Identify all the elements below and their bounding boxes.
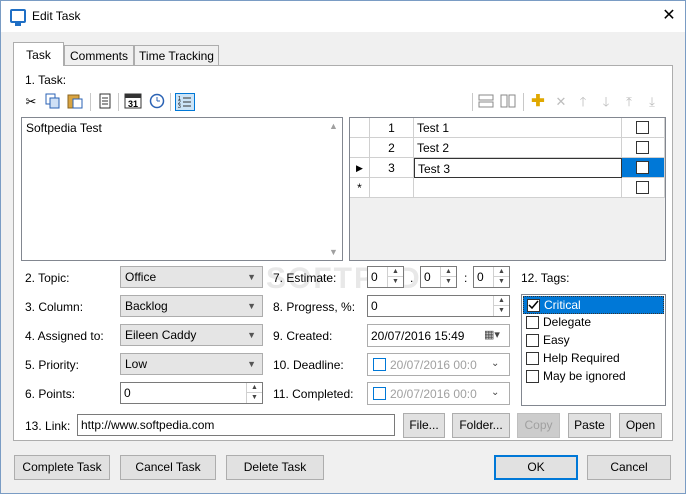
link-label: 13. Link: bbox=[25, 419, 71, 433]
tag-checkbox[interactable] bbox=[527, 299, 540, 312]
assigned-label: 4. Assigned to: bbox=[25, 329, 104, 343]
task-description-text: Softpedia Test bbox=[26, 121, 102, 135]
file-button[interactable]: File... bbox=[403, 413, 445, 438]
paste-icon[interactable] bbox=[66, 93, 84, 111]
svg-text:3: 3 bbox=[178, 104, 181, 110]
points-input[interactable]: 0 ▲ ▼ bbox=[120, 382, 263, 404]
estimate-separator: . bbox=[410, 271, 414, 285]
app-window-icon bbox=[10, 9, 26, 26]
subtask-done-checkbox[interactable] bbox=[636, 141, 649, 154]
move-bottom-icon: ⤓ bbox=[649, 94, 655, 109]
topic-label: 2. Topic: bbox=[25, 271, 70, 285]
tag-checkbox[interactable] bbox=[526, 316, 539, 329]
tags-list[interactable]: Critical Delegate Easy Help Required May… bbox=[521, 294, 666, 406]
tab-task[interactable]: Task bbox=[13, 42, 64, 66]
close-button[interactable]: ✕ bbox=[653, 4, 685, 28]
estimate-label: 7. Estimate: bbox=[273, 271, 337, 285]
task-label: 1. Task: bbox=[25, 73, 67, 87]
document-icon[interactable] bbox=[96, 93, 114, 111]
tag-help-required[interactable]: Help Required bbox=[523, 350, 664, 368]
copy-icon[interactable] bbox=[44, 93, 62, 111]
priority-select[interactable]: Low ▼ bbox=[120, 353, 263, 375]
scissors-icon[interactable]: ✂ bbox=[22, 93, 40, 111]
tag-delegate[interactable]: Delegate bbox=[523, 314, 664, 332]
subtask-done-checkbox[interactable] bbox=[636, 161, 649, 174]
task-description-input[interactable]: Softpedia Test ▲ ▼ bbox=[21, 117, 343, 261]
columns-view-icon[interactable] bbox=[499, 93, 517, 111]
estimate-days-input[interactable]: 0 ▲ ▼ bbox=[367, 266, 404, 288]
delete-task-button[interactable]: Delete Task bbox=[226, 455, 324, 480]
topic-select[interactable]: Office ▼ bbox=[120, 266, 263, 288]
deadline-date-picker[interactable]: 20/07/2016 00:0 ⌄ bbox=[367, 353, 510, 376]
tags-label: 12. Tags: bbox=[521, 271, 570, 285]
rows-view-icon[interactable] bbox=[477, 93, 495, 111]
calendar-icon[interactable]: 31 bbox=[124, 93, 142, 111]
cancel-task-button[interactable]: Cancel Task bbox=[120, 455, 216, 480]
progress-spinner[interactable]: ▲ ▼ bbox=[493, 296, 509, 316]
deadline-enable-checkbox[interactable] bbox=[373, 358, 386, 371]
table-row[interactable]: 2 Test 2 bbox=[350, 138, 665, 158]
progress-label: 8. Progress, %: bbox=[273, 300, 356, 314]
estimate-hours-spinner[interactable]: ▲ ▼ bbox=[440, 267, 456, 287]
clock-icon[interactable] bbox=[148, 93, 166, 111]
subtask-name[interactable]: Test 1 bbox=[414, 118, 622, 138]
points-label: 6. Points: bbox=[25, 387, 76, 401]
created-date-picker[interactable]: 20/07/2016 15:49 ▦▾ bbox=[367, 324, 510, 347]
progress-input[interactable]: 0 ▲ ▼ bbox=[367, 295, 510, 317]
chevron-down-icon[interactable]: ⌄ bbox=[491, 387, 499, 398]
new-row[interactable]: * bbox=[350, 178, 665, 198]
points-spinner[interactable]: ▲ ▼ bbox=[246, 383, 262, 403]
estimate-days-spinner[interactable]: ▲ ▼ bbox=[387, 267, 403, 287]
tag-easy[interactable]: Easy bbox=[523, 332, 664, 350]
tag-checkbox[interactable] bbox=[526, 352, 539, 365]
open-link-button[interactable]: Open bbox=[619, 413, 662, 438]
move-top-icon: ⤒ bbox=[626, 94, 632, 109]
column-label: 3. Column: bbox=[25, 300, 84, 314]
task-description-scrollbar[interactable]: ▲ ▼ bbox=[325, 118, 342, 260]
deadline-label: 10. Deadline: bbox=[273, 358, 344, 372]
tag-checkbox[interactable] bbox=[526, 334, 539, 347]
chevron-down-icon[interactable]: ⌄ bbox=[491, 358, 499, 369]
delete-icon: ✕ bbox=[555, 94, 567, 109]
copy-link-button: Copy bbox=[517, 413, 560, 438]
link-input[interactable]: http://www.softpedia.com bbox=[77, 414, 395, 436]
paste-link-button[interactable]: Paste bbox=[568, 413, 611, 438]
estimate-minutes-spinner[interactable]: ▲ ▼ bbox=[493, 267, 509, 287]
complete-task-button[interactable]: Complete Task bbox=[14, 455, 110, 480]
window-title: Edit Task bbox=[32, 9, 81, 23]
created-label: 9. Created: bbox=[273, 329, 333, 343]
assigned-select[interactable]: Eileen Caddy ▼ bbox=[120, 324, 263, 346]
move-up-icon: 🡑 bbox=[579, 94, 587, 109]
column-select[interactable]: Backlog ▼ bbox=[120, 295, 263, 317]
new-row-checkbox[interactable] bbox=[636, 181, 649, 194]
tag-may-be-ignored[interactable]: May be ignored bbox=[523, 368, 664, 386]
completed-date-picker[interactable]: 20/07/2016 00:0 ⌄ bbox=[367, 382, 510, 405]
table-row[interactable]: ▶ 3 Test 3 bbox=[350, 158, 665, 178]
table-row[interactable]: 1 Test 1 bbox=[350, 118, 665, 138]
subtask-done-checkbox[interactable] bbox=[636, 121, 649, 134]
subtasks-grid[interactable]: 1 Test 1 2 Test 2 ▶ 3 Test 3 * bbox=[349, 117, 666, 261]
estimate-hours-input[interactable]: 0 ▲ ▼ bbox=[420, 266, 457, 288]
priority-label: 5. Priority: bbox=[25, 358, 80, 372]
current-row-marker: ▶ bbox=[350, 158, 370, 178]
tab-comments[interactable]: Comments bbox=[64, 45, 134, 66]
calendar-dropdown-icon[interactable]: ▦▾ bbox=[484, 328, 500, 341]
subtask-name[interactable]: Test 2 bbox=[414, 138, 622, 158]
numbered-list-icon[interactable]: 123 bbox=[175, 93, 195, 111]
cancel-button[interactable]: Cancel bbox=[587, 455, 671, 480]
svg-text:31: 31 bbox=[128, 99, 138, 109]
completed-enable-checkbox[interactable] bbox=[373, 387, 386, 400]
tag-checkbox[interactable] bbox=[526, 370, 539, 383]
add-icon[interactable]: ✚ bbox=[529, 93, 547, 111]
move-down-icon: 🡓 bbox=[602, 94, 610, 109]
tag-critical[interactable]: Critical bbox=[523, 296, 664, 314]
estimate-separator: : bbox=[464, 271, 468, 285]
subtask-name[interactable]: Test 3 bbox=[414, 158, 622, 178]
tab-time-tracking[interactable]: Time Tracking bbox=[134, 45, 219, 66]
ok-button[interactable]: OK bbox=[494, 455, 578, 480]
title-bar: Edit Task ✕ bbox=[1, 1, 685, 32]
estimate-minutes-input[interactable]: 0 ▲ ▼ bbox=[473, 266, 510, 288]
completed-label: 11. Completed: bbox=[273, 387, 354, 401]
folder-button[interactable]: Folder... bbox=[452, 413, 510, 438]
